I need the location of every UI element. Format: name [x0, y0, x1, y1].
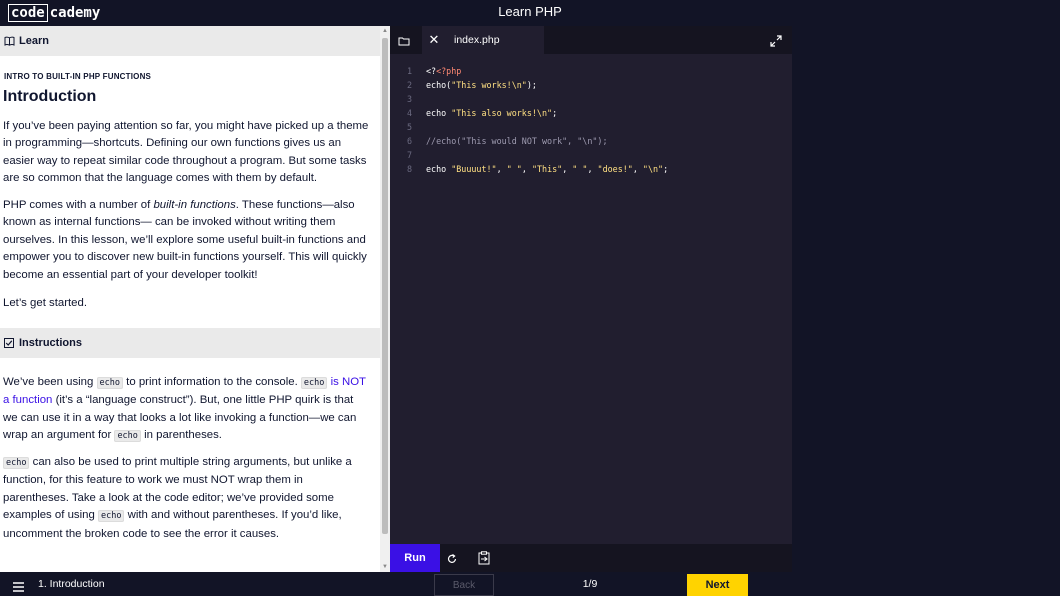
code-line: 2 echo("This works!\n"); [390, 78, 792, 92]
folder-icon[interactable] [398, 34, 410, 46]
intro-paragraph-3: Let’s get started. [3, 297, 88, 309]
intro-paragraph-1: If you’ve been paying attention so far, … [3, 120, 369, 185]
next-button[interactable]: Next [687, 574, 748, 596]
inline-code-echo: echo [3, 457, 30, 469]
line-number: 1 [406, 66, 412, 76]
app-root: code cademy Learn PHP Learn INTRO TO BUIL… [0, 0, 1060, 596]
code-line: 4 echo "This also works!\n"; [390, 106, 792, 120]
code-line: 5 [390, 120, 792, 134]
line-number: 5 [406, 122, 412, 132]
inline-code-echo: echo [114, 430, 141, 443]
code-line: 7 [390, 148, 792, 162]
line-number: 7 [406, 150, 412, 160]
top-bar: code cademy Learn PHP [0, 0, 1060, 26]
code-line: 8 echo "Buuuut!", " ", "This", " ", "doe… [390, 162, 792, 176]
output-pane [792, 26, 1060, 572]
line-content: echo "This also works!\n"; [426, 108, 558, 118]
line-content: echo("This works!\n"); [426, 80, 537, 90]
file-tab-label: index.php [454, 34, 500, 46]
run-button[interactable]: Run [390, 544, 440, 572]
inline-code-echo: echo [97, 510, 125, 523]
intro-p2-text-b: . These functions—also known as internal… [3, 199, 367, 281]
learn-section-header: Learn [0, 26, 380, 56]
book-icon [3, 35, 15, 47]
lesson-scrollbar[interactable]: ▲ ▼ [380, 26, 390, 572]
line-number: 8 [406, 164, 412, 174]
line-number: 6 [406, 136, 412, 146]
checkbox-icon [3, 337, 15, 349]
learn-section-label: Learn [19, 35, 49, 47]
built-in-functions-emphasis: built-in functions [153, 199, 236, 211]
lesson-progress: 1/9 [582, 578, 598, 590]
lesson-content: Learn INTRO TO BUILT-IN PHP FUNCTIONS In… [0, 26, 380, 572]
instructions-paragraph-1: We’ve been using echo to print informati… [3, 374, 371, 446]
menu-icon[interactable] [13, 579, 24, 592]
instr-p1-text-a: We’ve been using [3, 376, 97, 388]
code-line: 1 <?<?php [390, 64, 792, 78]
inline-code-echo: echo [300, 377, 328, 389]
intro-paragraph-2: PHP comes with a number of built-in func… [3, 197, 371, 284]
instr-p1-text-d: in parentheses. [140, 429, 222, 442]
inline-code-echo: echo [96, 377, 123, 389]
line-content: //echo("This would NOT work", "\n"); [426, 136, 608, 146]
instructions-section-header: Instructions [0, 328, 380, 358]
copy-to-clipboard-icon[interactable] [478, 551, 490, 565]
code-line: 3 [390, 92, 792, 106]
line-number: 2 [406, 80, 412, 90]
code-editor: ✕ index.php 1 <?<?php 2 echo("This works… [390, 26, 792, 572]
php-open-tag: <?php [436, 66, 462, 76]
instructions-section-label: Instructions [19, 337, 82, 349]
close-icon[interactable]: ✕ [422, 32, 446, 48]
scroll-up-arrow-icon[interactable]: ▲ [382, 28, 388, 34]
line-content: <?<?php [426, 66, 462, 76]
instr-p1-text-b: to print information to the console. [123, 376, 301, 388]
lesson-kicker: INTRO TO BUILT-IN PHP FUNCTIONS [4, 72, 152, 81]
intro-p2-text-a: PHP comes with a number of [3, 199, 154, 211]
lesson-title: Introduction [3, 88, 97, 105]
reset-icon[interactable] [446, 552, 458, 564]
lesson-pane: Learn INTRO TO BUILT-IN PHP FUNCTIONS In… [0, 26, 390, 572]
instructions-paragraph-2: echo can also be used to print multiple … [3, 454, 371, 543]
code-line: 6 //echo("This would NOT work", "\n"); [390, 134, 792, 148]
line-number: 4 [406, 108, 412, 118]
line-number: 3 [406, 94, 412, 104]
course-title: Learn PHP [498, 4, 562, 19]
scrollbar-thumb[interactable] [382, 38, 388, 534]
editor-tab-bar: ✕ index.php [390, 26, 792, 54]
scroll-down-arrow-icon[interactable]: ▼ [382, 564, 388, 570]
current-lesson-label[interactable]: 1. Introduction [38, 578, 105, 590]
back-button[interactable]: Back [434, 574, 494, 596]
editor-footer: Run [390, 544, 792, 572]
line-content: echo "Buuuut!", " ", "This", " ", "does!… [426, 164, 669, 174]
file-tab-index-php[interactable]: ✕ index.php [422, 26, 544, 54]
bottom-bar: 1. Introduction Back 1/9 Next [0, 572, 1060, 596]
expand-icon[interactable] [770, 34, 782, 47]
